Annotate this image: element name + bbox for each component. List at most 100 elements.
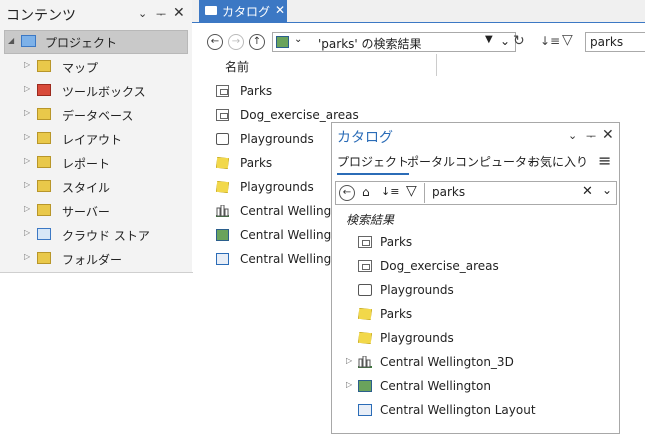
list-item[interactable]: Playgrounds — [212, 176, 342, 198]
list-item-label: Central Wellington_3D — [380, 355, 514, 369]
tree-item-maps[interactable]: ▷ マップ — [0, 56, 190, 78]
map-icon — [216, 229, 229, 241]
up-icon[interactable]: ↑ — [249, 34, 265, 50]
list-item[interactable]: Dog_exercise_areas — [346, 254, 606, 278]
location-box[interactable]: ⌄ 'parks' の検索結果 ▼ ⌄ — [272, 32, 516, 52]
expand-arrow-icon[interactable]: ▷ — [24, 60, 30, 69]
forward-icon[interactable]: → — [228, 34, 244, 50]
refresh-icon[interactable]: ↻ — [513, 33, 525, 49]
list-item[interactable]: ▷ Central Wellington_3D — [346, 350, 606, 374]
toolbar-divider — [424, 183, 425, 203]
list-item[interactable]: Playgrounds — [346, 326, 606, 350]
tab-portal[interactable]: ポータル — [407, 153, 455, 170]
server-icon — [37, 204, 51, 216]
tree-item-servers[interactable]: ▷ サーバー — [0, 200, 190, 222]
tree-item-label: スタイル — [62, 181, 111, 195]
expand-arrow-icon[interactable]: ▷ — [24, 84, 30, 93]
list-item-label: Parks — [240, 156, 273, 170]
tree-item-folders[interactable]: ▷ フォルダー — [0, 248, 190, 270]
chevron-down-icon[interactable]: ⌄ — [568, 129, 577, 142]
tab-catalog[interactable]: カタログ ✕ — [199, 0, 287, 22]
pane-title: カタログ — [337, 130, 393, 146]
list-item-label: Dog_exercise_areas — [240, 108, 359, 122]
expand-arrow-icon[interactable]: ▷ — [346, 380, 352, 389]
list-item-label: Playgrounds — [240, 132, 314, 146]
close-icon[interactable]: ✕ — [173, 5, 185, 21]
list-item[interactable]: Playgrounds — [212, 128, 342, 150]
expand-arrow-icon[interactable]: ◢ — [8, 36, 14, 45]
back-icon[interactable]: ← — [339, 185, 355, 201]
scene-icon — [358, 355, 372, 368]
expand-arrow-icon[interactable]: ▷ — [24, 108, 30, 117]
list-item[interactable]: Central Wellington — [212, 200, 351, 222]
tree-item-reports[interactable]: ▷ レポート — [0, 152, 190, 174]
list-item[interactable]: ▷ Central Wellington — [346, 374, 606, 398]
expand-arrow-icon[interactable]: ▷ — [24, 252, 30, 261]
expand-arrow-icon[interactable]: ▷ — [24, 156, 30, 165]
tree-item-label: ツールボックス — [62, 85, 146, 99]
table-icon — [358, 260, 372, 272]
list-item-label: Parks — [380, 307, 413, 321]
column-header-name[interactable]: 名前 — [225, 58, 249, 75]
list-item[interactable]: Parks — [212, 80, 342, 102]
list-item-label: Central Wellington — [380, 379, 491, 393]
tab-label: カタログ — [222, 5, 271, 19]
tree-item-layouts[interactable]: ▷ レイアウト — [0, 128, 190, 150]
list-item[interactable]: Central Wellington — [212, 224, 351, 246]
list-item-label: Parks — [240, 84, 273, 98]
pin-icon[interactable]: ᅮ — [586, 128, 596, 144]
list-item[interactable]: Dog_exercise_areas — [212, 104, 359, 126]
tree-item-label: マップ — [62, 61, 99, 75]
section-label: 検索結果 — [346, 213, 395, 227]
report-icon — [37, 156, 51, 168]
tree-item-project[interactable]: ◢ プロジェクト — [4, 30, 188, 54]
close-icon[interactable]: ✕ — [275, 3, 285, 17]
column-divider[interactable] — [436, 54, 437, 76]
expand-arrow-icon[interactable]: ▷ — [24, 132, 30, 141]
list-item[interactable]: Parks — [212, 152, 342, 174]
back-icon[interactable]: ← — [207, 34, 223, 50]
tree-item-styles[interactable]: ▷ スタイル — [0, 176, 190, 198]
list-item[interactable]: Playgrounds — [346, 278, 606, 302]
chevron-down-icon[interactable]: ⌄ — [138, 7, 147, 20]
chevron-down-icon[interactable]: ⌄ — [500, 34, 510, 48]
tree-item-toolboxes[interactable]: ▷ ツールボックス — [0, 80, 190, 102]
search-input[interactable]: parks — [432, 185, 465, 199]
expand-arrow-icon[interactable]: ▷ — [24, 204, 30, 213]
sort-icon[interactable]: ↓≡ — [381, 185, 399, 198]
dropdown-arrow-icon[interactable]: ▼ — [485, 34, 493, 45]
filter-icon[interactable]: ▽ — [562, 32, 573, 48]
list-item[interactable]: Parks — [346, 230, 606, 254]
clear-icon[interactable]: ✕ — [582, 184, 593, 199]
chevron-down-icon[interactable]: ⌄ — [294, 34, 302, 45]
tab-favorites[interactable]: お気に入り — [528, 153, 588, 170]
tree-item-cloud-stores[interactable]: ▷ クラウド ストア — [0, 224, 190, 246]
polygon-layer-icon — [216, 157, 229, 169]
point-layer-icon — [216, 133, 229, 145]
pin-icon[interactable]: ᅮ — [156, 6, 166, 22]
tab-computer[interactable]: コンピューター — [455, 153, 539, 170]
scene-icon — [216, 204, 229, 217]
cloud-store-icon — [37, 228, 51, 240]
polygon-layer-icon — [358, 308, 372, 320]
close-icon[interactable]: ✕ — [602, 127, 614, 143]
chevron-down-icon[interactable]: ⌄ — [602, 183, 612, 197]
expand-arrow-icon[interactable]: ▷ — [346, 356, 352, 365]
search-input[interactable]: parks — [585, 32, 645, 52]
table-icon — [216, 85, 229, 97]
toolbox-icon — [37, 84, 51, 96]
tree-item-databases[interactable]: ▷ データベース — [0, 104, 190, 126]
filter-icon[interactable]: ▽ — [406, 183, 417, 199]
sort-icon[interactable]: ↓≡ — [540, 34, 560, 48]
home-icon[interactable]: ⌂ — [362, 185, 370, 199]
list-item[interactable]: Central Wellington — [212, 248, 351, 270]
menu-icon[interactable]: ≡ — [598, 151, 611, 170]
expand-arrow-icon[interactable]: ▷ — [24, 180, 30, 189]
tab-project[interactable]: プロジェクト — [337, 153, 410, 175]
location-text: 'parks' の検索結果 — [318, 37, 422, 51]
list-item[interactable]: Central Wellington Layout — [346, 398, 606, 422]
expand-arrow-icon[interactable]: ▷ — [24, 228, 30, 237]
tree-item-label: サーバー — [62, 205, 110, 219]
list-item[interactable]: Parks — [346, 302, 606, 326]
tree-item-label: データベース — [62, 109, 134, 123]
